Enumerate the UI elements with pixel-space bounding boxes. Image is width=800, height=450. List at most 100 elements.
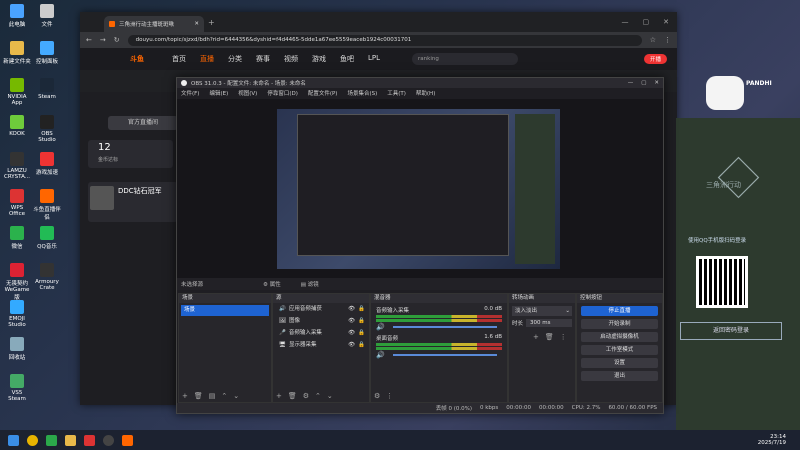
control-button[interactable]: 停止直播 bbox=[581, 306, 658, 316]
forward-icon[interactable]: → bbox=[100, 36, 106, 44]
desktop-icon[interactable]: 新建文件夹 bbox=[2, 41, 32, 65]
remove-transition-icon[interactable]: 🗑 bbox=[545, 333, 554, 341]
visibility-eye-icon[interactable]: 👁 bbox=[348, 303, 355, 315]
source-down-icon[interactable]: ⌄ bbox=[327, 392, 333, 400]
site-nav-item[interactable]: 赛事 bbox=[256, 54, 270, 64]
obs-taskbar-icon[interactable] bbox=[103, 434, 114, 446]
duration-input[interactable]: 300 ms bbox=[526, 319, 572, 327]
search-input[interactable]: ranking bbox=[412, 53, 519, 65]
official-live-button[interactable]: 官方直播间 bbox=[108, 116, 178, 130]
obs-menu-item[interactable]: 视图(V) bbox=[238, 89, 257, 97]
obs-menu-item[interactable]: 停靠窗口(D) bbox=[267, 89, 298, 97]
site-nav-item[interactable]: 直播 bbox=[200, 54, 214, 64]
mixer-settings-icon[interactable]: ⚙ bbox=[374, 392, 380, 400]
desktop-icon[interactable]: NVIDIA App bbox=[2, 78, 32, 106]
scene-down-icon[interactable]: ⌄ bbox=[233, 392, 239, 400]
lock-icon[interactable]: 🔒 bbox=[358, 303, 369, 315]
control-button[interactable]: 启动虚拟摄像机 bbox=[581, 332, 658, 342]
visibility-eye-icon[interactable]: 👁 bbox=[348, 327, 355, 339]
add-scene-icon[interactable]: + bbox=[182, 392, 188, 400]
site-nav-item[interactable]: LPL bbox=[368, 54, 380, 64]
desktop-icon[interactable]: LAMZU CRYSTA... bbox=[2, 152, 32, 180]
start-icon[interactable] bbox=[8, 434, 19, 446]
source-item[interactable]: 🔊 应用音频捕获 👁 🔒 bbox=[273, 303, 369, 315]
bookmark-star-icon[interactable]: ☆ bbox=[650, 36, 656, 44]
desktop-icon[interactable]: 此电脑 bbox=[2, 4, 32, 28]
url-field[interactable]: douyu.com/topic/sjzxd/bdh?rid=6444356&dy… bbox=[127, 34, 642, 46]
remove-source-icon[interactable]: 🗑 bbox=[288, 392, 297, 400]
source-item[interactable]: 🖥 显示器采集 👁 🔒 bbox=[273, 339, 369, 351]
control-button[interactable]: 设置 bbox=[581, 358, 658, 368]
scene-up-icon[interactable]: ⌃ bbox=[221, 392, 227, 400]
desktop-icon[interactable]: EMOJI Studio bbox=[2, 300, 32, 328]
tab-close-icon[interactable]: ✕ bbox=[194, 21, 199, 27]
desktop-icon[interactable]: OBS Studio bbox=[32, 115, 62, 143]
desktop-icon[interactable]: Steam bbox=[32, 78, 62, 100]
lock-icon[interactable]: 🔒 bbox=[358, 339, 369, 351]
obs-menu-item[interactable]: 场景集合(S) bbox=[347, 89, 377, 97]
speaker-icon[interactable]: 🔊 bbox=[376, 351, 385, 359]
visibility-eye-icon[interactable]: 👁 bbox=[348, 339, 355, 351]
control-button[interactable]: 开始录制 bbox=[581, 319, 658, 329]
add-transition-icon[interactable]: + bbox=[533, 333, 539, 341]
mixer-menu-icon[interactable]: ⋮ bbox=[386, 392, 393, 400]
transition-select[interactable]: 淡入淡出 ⌄ bbox=[512, 306, 572, 316]
desktop-icon[interactable]: Armoury Crate bbox=[32, 263, 62, 291]
site-nav-item[interactable]: 首页 bbox=[172, 54, 186, 64]
obs-close-icon[interactable]: ✕ bbox=[654, 80, 659, 86]
control-button[interactable]: 退出 bbox=[581, 371, 658, 381]
desktop-icon[interactable]: 控制面板 bbox=[32, 41, 62, 65]
password-login-button[interactable]: 返回密码登录 bbox=[680, 322, 782, 340]
desktop-icon[interactable]: KOOK bbox=[2, 115, 32, 137]
desktop-icon[interactable]: VS5 Steam bbox=[2, 374, 32, 402]
reload-icon[interactable]: ↻ bbox=[114, 36, 120, 44]
desktop-icon[interactable]: WPS Office bbox=[2, 189, 32, 217]
desktop-icon[interactable]: 微信 bbox=[2, 226, 32, 250]
source-item[interactable]: 🎤 音频输入采集 👁 🔒 bbox=[273, 327, 369, 339]
add-source-icon[interactable]: + bbox=[276, 392, 282, 400]
lock-icon[interactable]: 🔒 bbox=[358, 327, 369, 339]
scene-item[interactable]: 场景 bbox=[181, 305, 269, 316]
minimize-icon[interactable]: — bbox=[622, 18, 629, 26]
desktop-icon[interactable]: 游戏加速 bbox=[32, 152, 62, 176]
transition-menu-icon[interactable]: ⋮ bbox=[560, 333, 567, 341]
obs-preview[interactable] bbox=[177, 99, 663, 279]
scene-filter-icon[interactable]: ▤ bbox=[209, 392, 216, 400]
desktop-icon[interactable]: 斗鱼直播伴侣 bbox=[32, 189, 62, 221]
explorer-taskbar-icon[interactable] bbox=[65, 434, 76, 446]
chrome-taskbar-icon[interactable] bbox=[27, 434, 38, 446]
site-nav-item[interactable]: 视频 bbox=[284, 54, 298, 64]
broadcast-button[interactable]: 开播 bbox=[643, 54, 667, 64]
desktop-icon[interactable]: QQ音乐 bbox=[32, 226, 62, 250]
lock-icon[interactable]: 🔒 bbox=[358, 315, 369, 327]
game-taskbar-icon[interactable] bbox=[46, 434, 57, 446]
site-nav-item[interactable]: 分类 bbox=[228, 54, 242, 64]
obs-menu-item[interactable]: 文件(F) bbox=[181, 89, 199, 97]
douyu-taskbar-icon[interactable] bbox=[122, 434, 133, 446]
volume-slider[interactable] bbox=[392, 354, 497, 356]
desktop-icon[interactable]: 无畏契约 WeGame版 bbox=[2, 263, 32, 301]
source-item[interactable]: 🖼 图像 👁 🔒 bbox=[273, 315, 369, 327]
volume-slider[interactable] bbox=[392, 326, 497, 328]
menu-dots-icon[interactable]: ⋮ bbox=[664, 36, 671, 44]
maximize-icon[interactable]: ▢ bbox=[643, 18, 650, 26]
obs-menu-item[interactable]: 工具(T) bbox=[387, 89, 406, 97]
source-up-icon[interactable]: ⌃ bbox=[315, 392, 321, 400]
app-taskbar-icon[interactable] bbox=[84, 434, 95, 446]
obs-menu-item[interactable]: 编辑(E) bbox=[209, 89, 228, 97]
obs-maximize-icon[interactable]: ▢ bbox=[641, 80, 646, 86]
source-settings-icon[interactable]: ⚙ bbox=[303, 392, 309, 400]
new-tab-icon[interactable]: + bbox=[208, 18, 215, 27]
obs-menu-item[interactable]: 帮助(H) bbox=[416, 89, 435, 97]
desktop-icon[interactable]: 文件 bbox=[32, 4, 62, 28]
browser-tab[interactable]: 三角洲行动主播斑斑啾 ✕ bbox=[104, 16, 204, 32]
site-nav-item[interactable]: 游戏 bbox=[312, 54, 326, 64]
desktop-icon[interactable]: 回收站 bbox=[2, 337, 32, 361]
visibility-eye-icon[interactable]: 👁 bbox=[348, 315, 355, 327]
properties-button[interactable]: ⚙ 属性 bbox=[263, 280, 281, 288]
obs-menu-item[interactable]: 配置文件(P) bbox=[308, 89, 338, 97]
douyu-logo[interactable]: 斗鱼 bbox=[130, 54, 144, 64]
filters-button[interactable]: ▤ 滤镜 bbox=[301, 280, 319, 288]
remove-scene-icon[interactable]: 🗑 bbox=[194, 392, 203, 400]
back-icon[interactable]: ← bbox=[86, 36, 92, 44]
